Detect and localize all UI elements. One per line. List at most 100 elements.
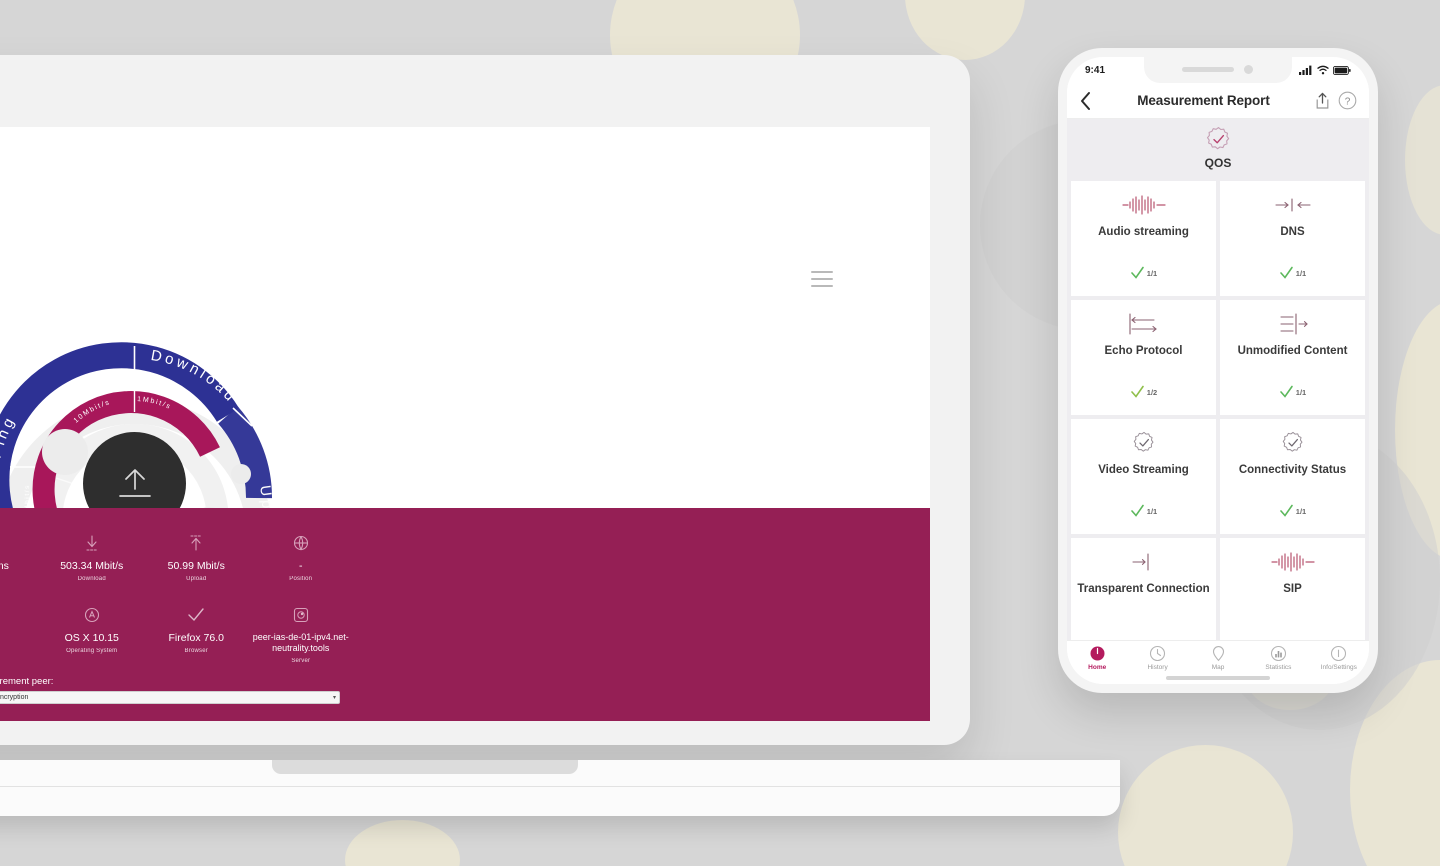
tab-label: Map xyxy=(1211,664,1225,671)
tab-statistics[interactable]: Statistics xyxy=(1248,645,1308,671)
status-time: 9:41 xyxy=(1085,64,1106,76)
qos-card-dns[interactable]: DNS 1/1 xyxy=(1220,181,1365,296)
stat-label: Browser xyxy=(184,648,208,655)
stat-label: Ping xyxy=(0,576,40,582)
qos-card-title: Video Streaming xyxy=(1098,464,1189,476)
qos-card-unmodified-content[interactable]: Unmodified Content 1/1 xyxy=(1220,300,1365,415)
qos-card-result: 1/1 xyxy=(1279,504,1306,518)
echo-protocol-icon xyxy=(1124,313,1164,335)
tab-label: History xyxy=(1147,664,1168,671)
qos-card-result: 1/2 xyxy=(1130,385,1157,399)
page-title: Measurement Report xyxy=(1137,93,1270,108)
transparent-connection-icon xyxy=(1127,551,1161,573)
os-circle-icon xyxy=(40,604,145,626)
laptop-screen: Ping Download Upload 10Mbit/s 1Mbit/s In… xyxy=(0,127,930,721)
chevron-down-icon: ▾ xyxy=(332,695,336,701)
tab-map[interactable]: Map xyxy=(1188,645,1248,671)
qos-card-score: 1/2 xyxy=(1146,387,1158,397)
background-blob xyxy=(1405,85,1440,235)
stat-browser: Firefox 76.0 Browser xyxy=(144,604,249,664)
stat-value: - xyxy=(299,560,303,572)
upload-arrow-icon xyxy=(144,532,249,554)
qos-card-title: Echo Protocol xyxy=(1104,345,1183,357)
qos-card-echo-protocol[interactable]: Echo Protocol 1/2 xyxy=(1071,300,1216,415)
stat-value: 503.34 Mbit/s xyxy=(60,560,124,572)
check-icon xyxy=(1130,385,1144,398)
check-icon xyxy=(1279,266,1293,279)
tab-history[interactable]: History xyxy=(1127,645,1187,671)
unmodified-content-icon xyxy=(1273,313,1313,335)
qos-card-grid: Audio streaming 1/1 DNS 1/1 Echo Protoco… xyxy=(1067,177,1369,640)
qos-card-title: Unmodified Content xyxy=(1237,345,1348,357)
audio-waveform-icon xyxy=(1121,194,1167,216)
qos-card-title: DNS xyxy=(1280,226,1305,238)
chevron-left-icon[interactable] xyxy=(1079,91,1093,111)
stat-provider: - Provider xyxy=(0,604,40,664)
earpiece-speaker xyxy=(1182,67,1234,72)
background-blob xyxy=(345,820,460,866)
hamburger-menu-icon[interactable] xyxy=(811,271,833,287)
qos-card-audio-streaming[interactable]: Audio streaming 1/1 xyxy=(1071,181,1216,296)
qos-card-title: Transparent Connection xyxy=(1077,583,1210,595)
status-indicators xyxy=(1299,65,1351,75)
video-seal-icon xyxy=(1132,431,1156,454)
help-circle-icon[interactable]: ? xyxy=(1338,91,1357,110)
info-circle-icon xyxy=(1331,645,1347,662)
battery-icon xyxy=(1333,65,1351,75)
qos-card-result: 1/1 xyxy=(1130,504,1157,518)
qos-card-result: 1/1 xyxy=(1279,266,1306,280)
upload-arrow-icon xyxy=(118,468,151,497)
qos-card-score: 1/1 xyxy=(1295,506,1307,516)
building-icon xyxy=(0,604,40,626)
qos-summary-header: QOS xyxy=(1067,119,1369,177)
qos-card-transparent-connection[interactable]: Transparent Connection xyxy=(1071,538,1216,640)
peer-select-value: Peer using TLS encryption xyxy=(0,694,29,701)
ping-burst-icon xyxy=(0,532,40,554)
qos-seal-icon xyxy=(1206,127,1229,150)
stats-grid: 18.88 ms Ping 503.34 Mbit/s Download xyxy=(0,532,353,664)
stat-upload: 50.99 Mbit/s Upload xyxy=(144,532,249,582)
stat-label: Provider xyxy=(0,648,40,654)
dns-arrows-icon xyxy=(1270,194,1316,216)
stat-label: Upload xyxy=(186,576,207,583)
stat-label: Server xyxy=(291,657,311,664)
check-icon xyxy=(144,604,249,626)
peer-select-dropdown[interactable]: Peer using TLS encryption ▾ xyxy=(0,691,340,704)
stat-value: Firefox 76.0 xyxy=(168,632,224,645)
qos-card-result: 1/1 xyxy=(1279,385,1306,399)
cellular-signal-icon xyxy=(1299,65,1312,75)
screenshot-stage: Ping Download Upload 10Mbit/s 1Mbit/s In… xyxy=(0,0,1440,866)
stat-download: 503.34 Mbit/s Download xyxy=(40,532,145,582)
speedometer-icon xyxy=(1090,646,1105,661)
phone-notch xyxy=(1144,57,1292,83)
tab-info-settings[interactable]: Info/Settings xyxy=(1309,645,1369,671)
stat-value: 50.99 Mbit/s xyxy=(167,560,225,572)
qos-card-connectivity-status[interactable]: Connectivity Status 1/1 xyxy=(1220,419,1365,534)
qos-card-video-streaming[interactable]: Video Streaming 1/1 xyxy=(1071,419,1216,534)
stat-ping: 18.88 ms Ping xyxy=(0,532,40,582)
qos-card-title: Audio streaming xyxy=(1098,226,1189,238)
wifi-icon xyxy=(1317,65,1329,75)
phone-device: 9:41 Measurement Report ? QOS Audio stre… xyxy=(1058,48,1378,693)
qos-card-title: Connectivity Status xyxy=(1238,464,1347,476)
qos-card-score: 1/1 xyxy=(1146,268,1158,278)
tab-label: Home xyxy=(1088,664,1107,671)
qos-card-sip[interactable]: SIP xyxy=(1220,538,1365,640)
stat-operating-system: OS X 10.15 Operating System xyxy=(40,604,145,664)
share-icon[interactable] xyxy=(1314,91,1331,111)
map-pin-icon xyxy=(1212,646,1224,662)
statistics-bars-icon xyxy=(1270,645,1286,662)
download-arrow-icon xyxy=(40,532,145,554)
background-blob xyxy=(905,0,1025,60)
qos-card-result: 1/1 xyxy=(1130,266,1157,280)
stats-row-secondary: - Provider OS X 10.15 Operating System xyxy=(0,604,353,664)
qos-card-score: 1/1 xyxy=(1146,506,1158,516)
stat-label: Operating System xyxy=(66,648,118,655)
history-clock-icon xyxy=(1150,645,1166,662)
tab-home[interactable]: Home xyxy=(1067,645,1127,671)
front-camera xyxy=(1244,65,1253,74)
sip-waveform-icon xyxy=(1270,551,1316,573)
stat-value: 18.88 ms xyxy=(0,560,9,572)
qos-card-title: SIP xyxy=(1283,583,1302,595)
stat-value: - xyxy=(0,632,40,645)
